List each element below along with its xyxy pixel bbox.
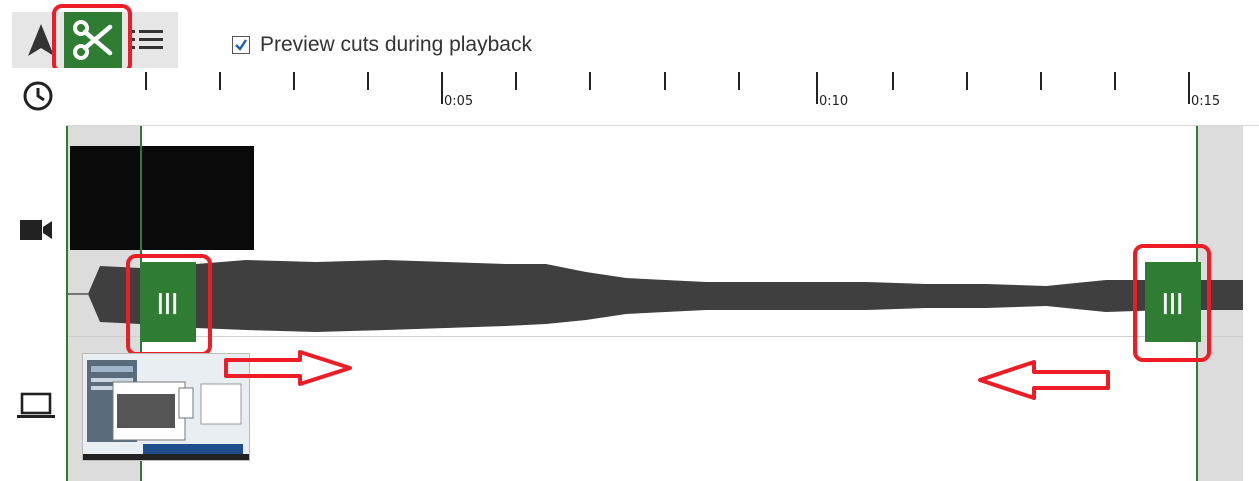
preview-cuts-option[interactable]: Preview cuts during playback [232,33,532,57]
camera-icon [20,220,52,240]
laptop-icon [17,392,55,418]
preview-cuts-checkbox[interactable] [232,36,250,54]
cut-handle-start[interactable]: ||| [140,262,196,342]
list-icon [131,30,163,49]
audio-waveform [66,260,1243,332]
preview-cuts-label: Preview cuts during playback [260,33,532,56]
ruler-label-0-05: 0:05 [444,94,474,109]
timeline-edge [1243,126,1259,481]
scissors-icon [73,20,113,60]
arrow-right-annotation [224,350,352,386]
cut-tool-button[interactable] [64,12,122,68]
clock-icon [23,81,53,111]
ruler-label-0-10: 0:10 [819,94,849,109]
list-tool-button[interactable] [122,12,174,68]
time-ruler[interactable]: 0:05 0:10 0:15 [66,68,1259,126]
timeline-start-line [66,126,68,481]
toolbar: Preview cuts during playback [0,0,1259,68]
checkmark-icon [235,39,247,51]
video-clip-thumbnail[interactable] [70,146,254,250]
track-icons-column [10,68,66,481]
arrow-select-icon [28,24,54,56]
ruler-label-0-15: 0:15 [1191,94,1221,109]
cut-handle-end[interactable]: ||| [1145,262,1201,342]
select-tool-button[interactable] [18,12,64,68]
arrow-left-annotation [978,360,1110,400]
